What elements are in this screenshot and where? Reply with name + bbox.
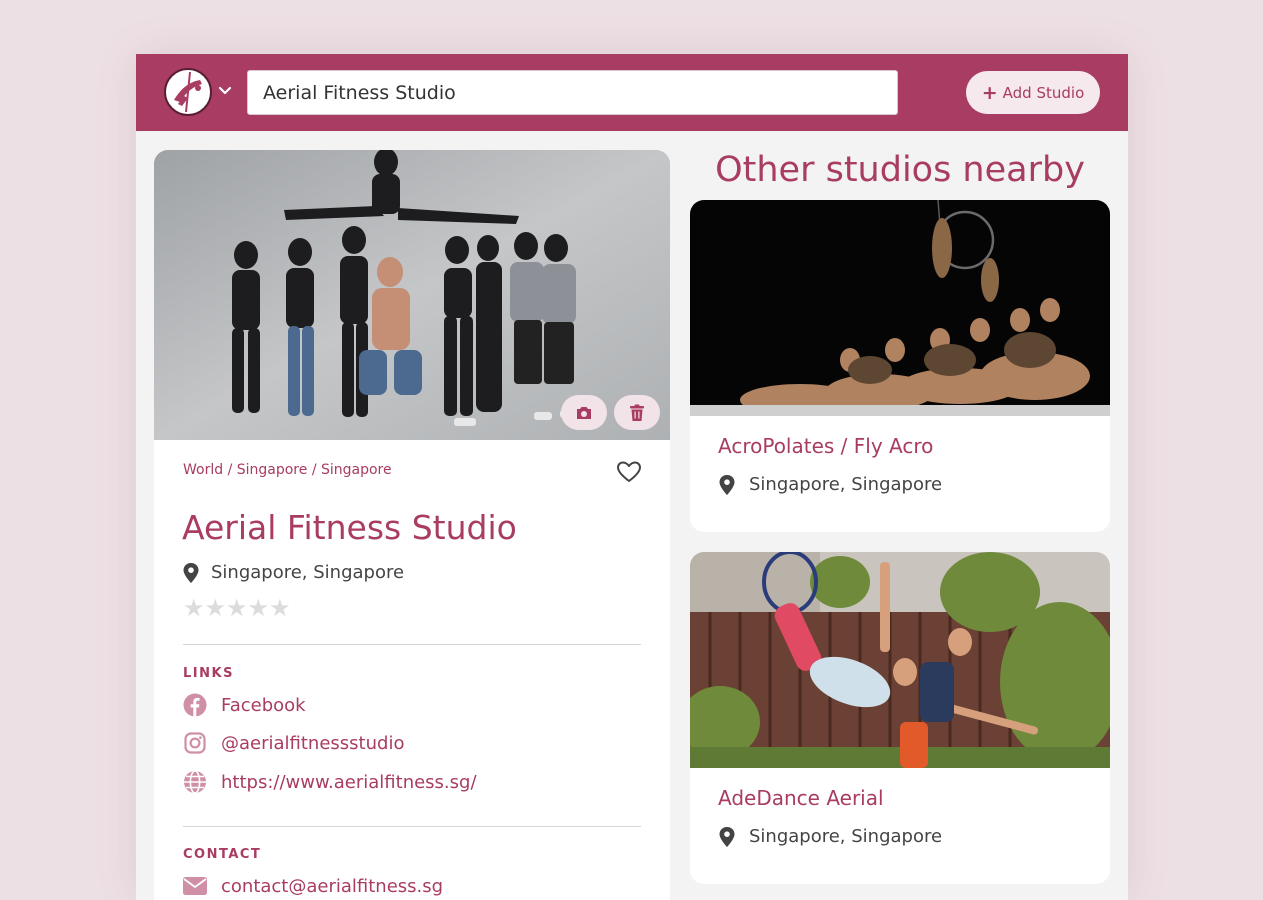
nearby-studio-location: Singapore, Singapore (719, 474, 942, 495)
app-window: + Add Studio (136, 54, 1128, 900)
studio-card: World / Singapore / Singapore Aerial Fit… (154, 150, 670, 900)
instagram-icon (184, 732, 206, 754)
search-input[interactable] (247, 70, 898, 115)
nearby-studio-card[interactable]: AdeDance Aerial Singapore, Singapore (690, 552, 1110, 884)
studio-location: Singapore, Singapore (183, 562, 404, 583)
divider (183, 826, 641, 827)
rating-stars[interactable]: ★★★★★ (183, 594, 291, 622)
website-link[interactable]: https://www.aerialfitness.sg/ (183, 770, 477, 794)
breadcrumb[interactable]: World / Singapore / Singapore (183, 462, 392, 478)
studio-photo (154, 150, 670, 440)
studio-location-text: Singapore, Singapore (211, 562, 405, 583)
nearby-studio-name[interactable]: AdeDance Aerial (718, 786, 884, 810)
email-link-text[interactable]: contact@aerialfitness.sg (221, 876, 443, 897)
location-pin-icon (719, 474, 735, 495)
nearby-studio-location-text: Singapore, Singapore (749, 474, 943, 495)
location-pin-icon (183, 562, 199, 583)
heart-icon[interactable] (616, 460, 642, 484)
add-studio-button[interactable]: + Add Studio (966, 71, 1100, 114)
nearby-heading: Other studios nearby (715, 150, 1085, 190)
nearby-studio-photo (690, 552, 1110, 768)
chevron-down-icon[interactable] (218, 84, 232, 98)
globe-icon (184, 770, 206, 794)
facebook-icon (183, 693, 207, 717)
nearby-studio-photo (690, 200, 1110, 416)
delete-photo-button[interactable] (614, 395, 660, 430)
facebook-link-text[interactable]: Facebook (221, 695, 306, 716)
plus-icon: + (981, 81, 998, 104)
add-studio-label: Add Studio (1002, 83, 1085, 102)
facebook-link[interactable]: Facebook (183, 693, 306, 717)
camera-icon (577, 406, 591, 419)
contact-heading: CONTACT (183, 847, 262, 862)
studio-logo-icon[interactable] (164, 68, 212, 116)
camera-button[interactable] (561, 395, 607, 430)
location-pin-icon (719, 826, 735, 847)
top-bar: + Add Studio (136, 54, 1128, 131)
email-link[interactable]: contact@aerialfitness.sg (183, 874, 443, 898)
instagram-link-text[interactable]: @aerialfitnessstudio (221, 733, 404, 754)
trash-icon (630, 404, 644, 421)
envelope-icon (183, 877, 207, 895)
instagram-link[interactable]: @aerialfitnessstudio (183, 731, 404, 755)
website-link-text[interactable]: https://www.aerialfitness.sg/ (221, 772, 477, 793)
nearby-studio-location-text: Singapore, Singapore (749, 826, 943, 847)
divider (183, 644, 641, 645)
links-heading: LINKS (183, 666, 234, 681)
nearby-studio-card[interactable]: AcroPolates / Fly Acro Singapore, Singap… (690, 200, 1110, 532)
nearby-studio-location: Singapore, Singapore (719, 826, 942, 847)
nearby-studio-name[interactable]: AcroPolates / Fly Acro (718, 434, 933, 458)
page-title: Aerial Fitness Studio (182, 508, 517, 547)
